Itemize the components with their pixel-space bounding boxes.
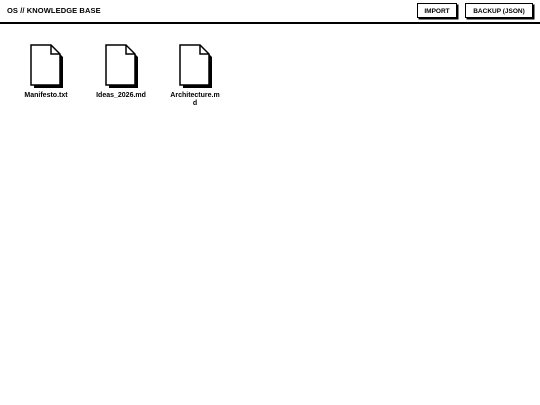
file-icon <box>105 44 138 88</box>
file-item-manifesto[interactable]: Manifesto.txt <box>19 43 73 100</box>
top-bar: OS // KNOWLEDGE BASE IMPORT BACKUP (JSON… <box>0 0 540 24</box>
app-title: OS // KNOWLEDGE BASE <box>7 6 101 15</box>
backup-json-button[interactable]: BACKUP (JSON) <box>465 3 533 18</box>
file-name: Manifesto.txt <box>24 92 68 99</box>
file-icon <box>30 44 63 88</box>
file-name: Ideas_2026.md <box>96 92 146 99</box>
file-item-ideas[interactable]: Ideas_2026.md <box>94 43 148 100</box>
import-button[interactable]: IMPORT <box>417 3 457 18</box>
file-item-architecture[interactable]: Architecture.md <box>168 43 222 108</box>
file-name: Architecture.md <box>170 92 220 107</box>
file-icon <box>179 44 212 88</box>
